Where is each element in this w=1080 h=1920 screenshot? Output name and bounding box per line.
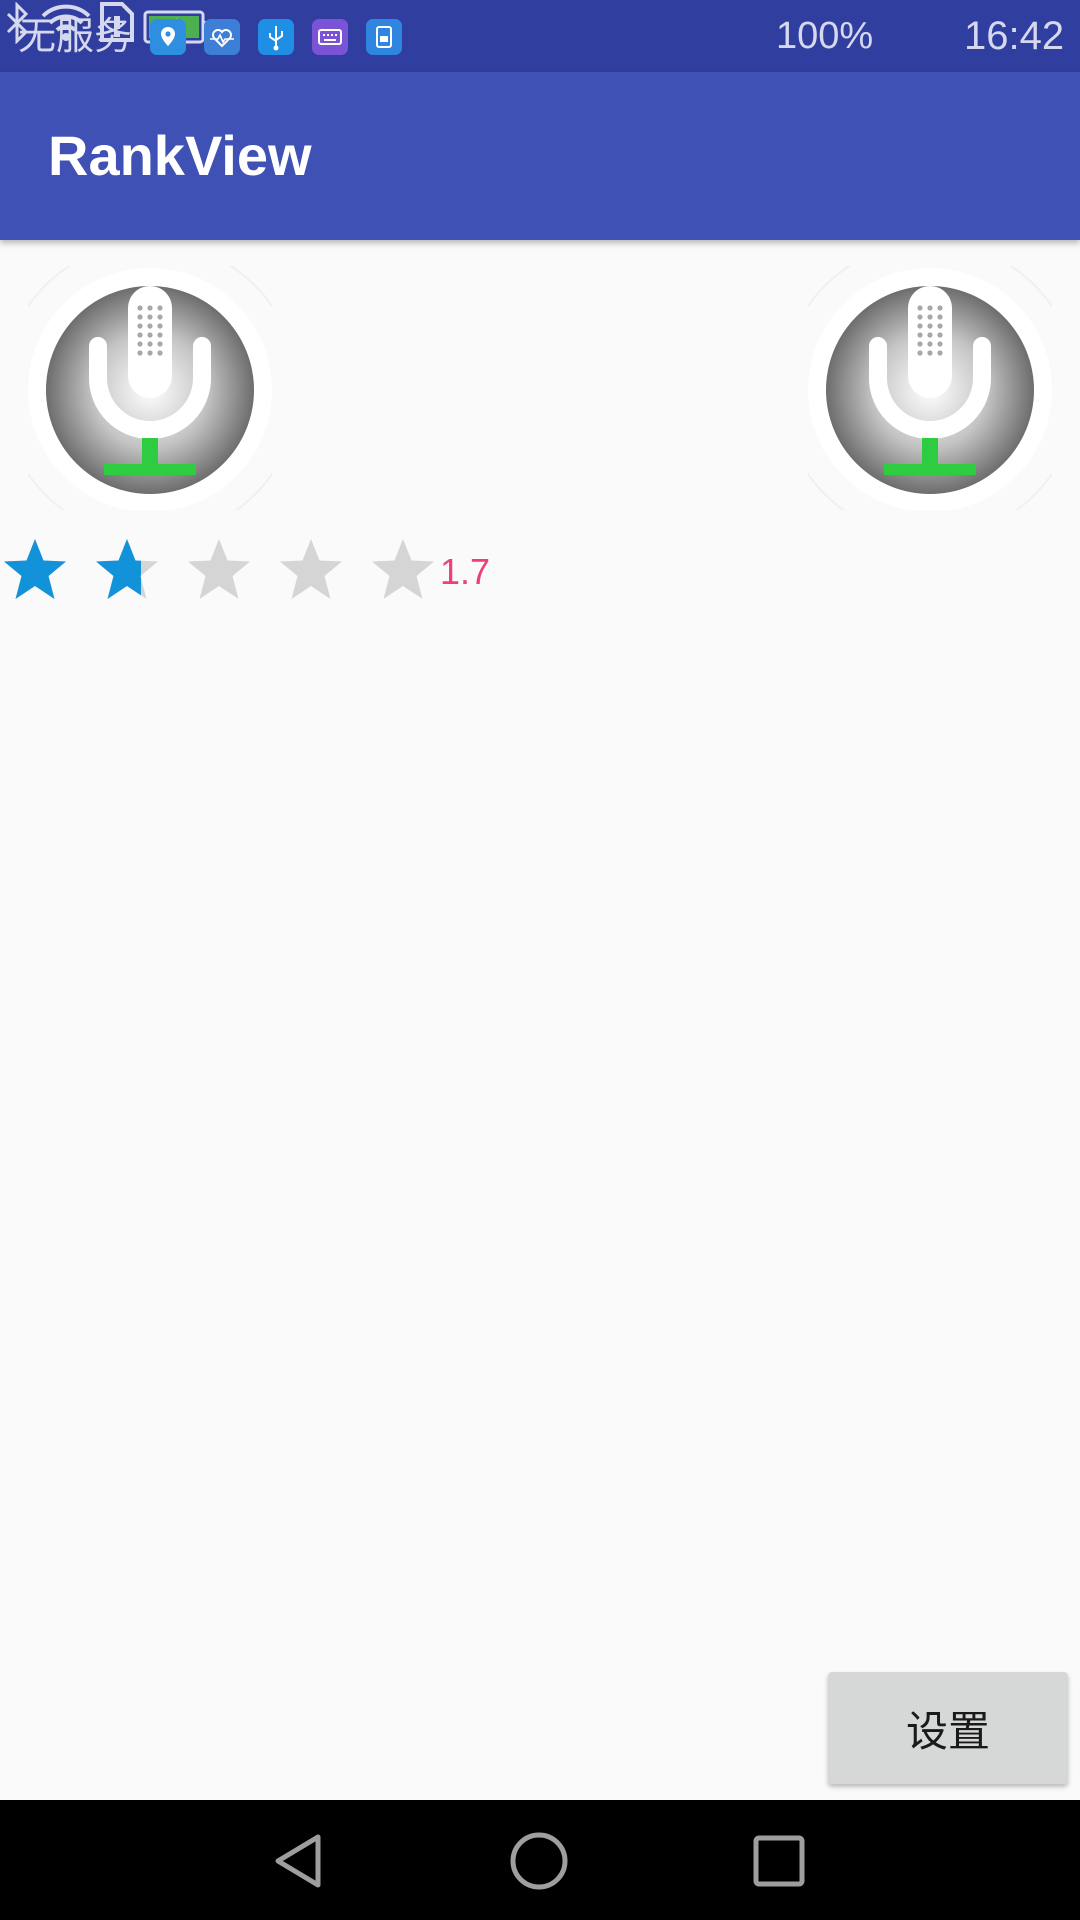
sim-icon	[366, 19, 402, 55]
microphone-icon	[808, 266, 1052, 510]
rating-bar[interactable]: 1.7	[0, 536, 520, 612]
star-empty-icon[interactable]	[368, 536, 438, 606]
carrier-label: 无服务	[18, 14, 133, 58]
mic-button-right[interactable]	[808, 266, 1052, 510]
home-icon[interactable]	[509, 1831, 569, 1891]
nav-bar	[0, 1800, 1080, 1920]
star-empty-icon[interactable]	[184, 536, 254, 606]
back-icon[interactable]	[270, 1832, 326, 1890]
recents-icon[interactable]	[752, 1834, 806, 1888]
battery-percent: 100%	[776, 15, 874, 57]
status-bar: 无服务 100% 16:42	[0, 0, 1080, 72]
app-title: RankView	[48, 124, 312, 187]
clock: 16:42	[964, 14, 1065, 58]
health-icon	[204, 19, 240, 55]
mic-button-left[interactable]	[28, 266, 272, 510]
star-empty-icon[interactable]	[276, 536, 346, 606]
star-full-icon[interactable]	[0, 536, 70, 606]
rating-value: 1.7	[440, 551, 491, 592]
app-bar: RankView	[0, 72, 1080, 240]
usb-icon	[258, 19, 294, 55]
microphone-icon	[28, 266, 272, 510]
settings-button[interactable]: 设置	[828, 1672, 1068, 1784]
star-partial-icon[interactable]	[92, 536, 162, 606]
keyboard-icon	[312, 19, 348, 55]
location-icon	[150, 19, 186, 55]
